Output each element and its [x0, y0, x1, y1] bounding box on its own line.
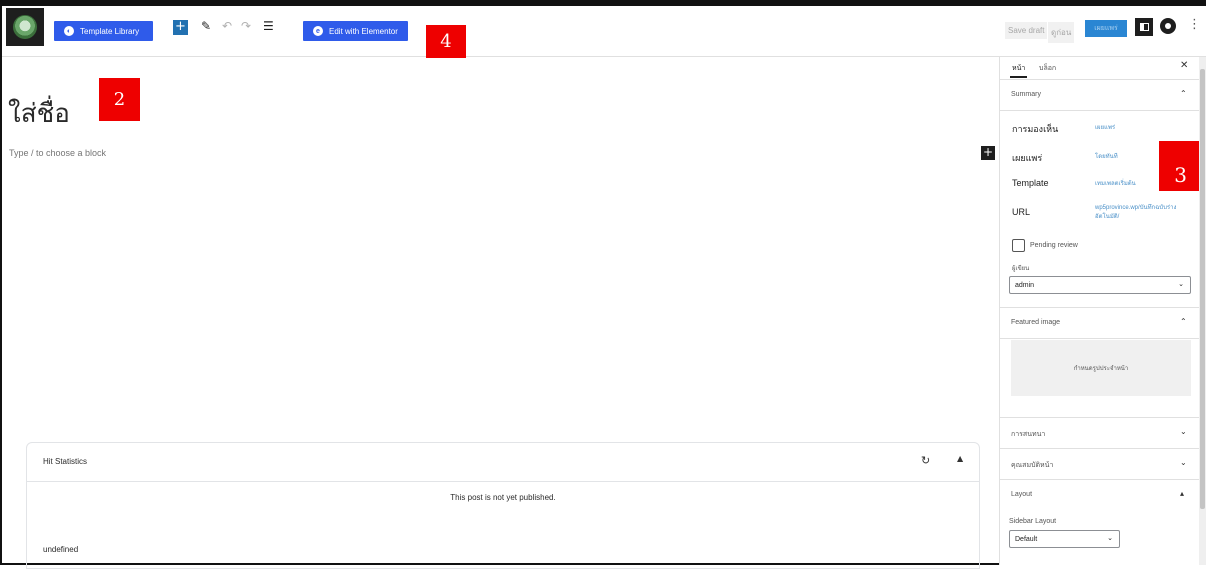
- add-block-plus-icon[interactable]: +: [981, 146, 995, 160]
- url-value[interactable]: wp5province.wp/บันทึกฉบับร่างอัตโนมัติ/: [1095, 204, 1183, 222]
- template-library-button[interactable]: ◐ Template Library: [54, 21, 153, 41]
- refresh-icon[interactable]: ↻: [921, 454, 930, 467]
- template-library-icon: ◐: [64, 26, 74, 36]
- sidebar-tabs: หน้า บล็อก ✕: [1000, 57, 1199, 80]
- hit-statistics-message: This post is not yet published.: [450, 493, 556, 502]
- pencil-tools-icon[interactable]: ✎: [201, 19, 211, 33]
- settings-sidebar: หน้า บล็อก ✕ Summary ⌃ การมองเห็น เผยแพร…: [999, 57, 1199, 565]
- hit-statistics-panel: Hit Statistics ↻ ▲ This post is not yet …: [26, 442, 980, 569]
- chevron-down-icon: ⌄: [1178, 281, 1184, 288]
- chevron-down-icon: ⌄: [1180, 427, 1187, 436]
- collapse-arrow-icon[interactable]: ▲: [957, 454, 963, 463]
- add-block-toggle-icon[interactable]: +: [173, 20, 188, 35]
- site-logo-button[interactable]: [6, 8, 44, 46]
- page-attributes-label: คุณสมบัติหน้า: [1011, 462, 1054, 469]
- edit-with-elementor-label: Edit with Elementor: [329, 26, 398, 36]
- block-placeholder[interactable]: Type / to choose a block: [9, 148, 106, 158]
- layout-label: Layout: [1011, 491, 1033, 498]
- summary-label: Summary: [1011, 91, 1041, 98]
- set-featured-image-button[interactable]: กำหนดรูปประจำหน้า: [1011, 340, 1191, 396]
- url-label: URL: [1012, 207, 1031, 217]
- close-icon[interactable]: ✕: [1180, 60, 1188, 71]
- author-select[interactable]: admin ⌄: [1009, 276, 1191, 294]
- summary-section-header[interactable]: Summary ⌃: [1000, 80, 1199, 111]
- scrollbar-thumb[interactable]: [1200, 69, 1205, 509]
- undo-icon[interactable]: ↶: [222, 19, 232, 33]
- more-options-icon[interactable]: ⋮: [1188, 17, 1201, 32]
- settings-panel-toggle-icon[interactable]: [1135, 18, 1153, 36]
- annotation-badge-3: 3: [1159, 141, 1201, 191]
- hit-statistics-header: Hit Statistics ↻ ▲: [27, 443, 979, 482]
- layout-section-header[interactable]: Layout ▴: [1000, 480, 1199, 510]
- preview-button[interactable]: ดูก่อน: [1048, 22, 1075, 43]
- chevron-down-icon: ⌄: [1107, 535, 1113, 542]
- page-attributes-section-header[interactable]: คุณสมบัติหน้า ⌄: [1000, 449, 1199, 480]
- template-library-label: Template Library: [80, 26, 140, 36]
- template-label: Template: [1012, 178, 1049, 188]
- sidebar-layout-label: Sidebar Layout: [1009, 518, 1057, 525]
- visibility-value[interactable]: เผยแพร่: [1095, 124, 1115, 133]
- document-overview-icon[interactable]: ☰: [263, 19, 274, 33]
- discussion-label: การสนทนา: [1011, 431, 1046, 438]
- sidebar-scrollbar[interactable]: [1199, 57, 1206, 565]
- author-label: ผู้เขียน: [1012, 266, 1030, 272]
- author-value: admin: [1015, 281, 1035, 289]
- publish-button[interactable]: เผยแพร่: [1085, 20, 1127, 37]
- hit-statistics-footer: undefined: [43, 545, 79, 554]
- featured-image-label: Featured image: [1011, 319, 1061, 326]
- annotation-badge-2: 2: [99, 78, 140, 121]
- sidebar-layout-value: Default: [1015, 535, 1038, 543]
- discussion-section-header[interactable]: การสนทนา ⌄: [1000, 417, 1199, 449]
- chevron-up-icon: ⌃: [1180, 317, 1187, 326]
- chevron-up-icon: ▴: [1180, 489, 1185, 498]
- sidebar-layout-select[interactable]: Default ⌄: [1009, 530, 1120, 548]
- tab-block[interactable]: บล็อก: [1039, 63, 1056, 74]
- publish-value[interactable]: โดยทันที: [1095, 153, 1118, 162]
- featured-image-section-header[interactable]: Featured image ⌃: [1000, 307, 1199, 339]
- publish-label: เผยแพร่: [1012, 153, 1043, 163]
- plugin-gear-icon[interactable]: [1160, 18, 1176, 34]
- redo-icon[interactable]: ↷: [241, 19, 251, 33]
- post-title-input[interactable]: ใส่ชื่อ: [8, 93, 70, 134]
- pending-review-checkbox[interactable]: [1012, 239, 1025, 252]
- annotation-badge-4: 4: [426, 25, 466, 58]
- chevron-up-icon: ⌃: [1180, 89, 1187, 98]
- hit-statistics-title: Hit Statistics: [43, 457, 88, 466]
- chevron-down-icon: ⌄: [1180, 458, 1187, 467]
- pending-review-label: Pending review: [1030, 242, 1078, 249]
- elementor-icon: e: [313, 26, 323, 36]
- visibility-label: การมองเห็น: [1012, 124, 1059, 134]
- edit-with-elementor-button[interactable]: e Edit with Elementor: [303, 21, 408, 41]
- save-draft-button[interactable]: Save draft: [1005, 22, 1048, 39]
- site-logo-icon: [13, 15, 37, 39]
- tab-page[interactable]: หน้า: [1009, 63, 1028, 78]
